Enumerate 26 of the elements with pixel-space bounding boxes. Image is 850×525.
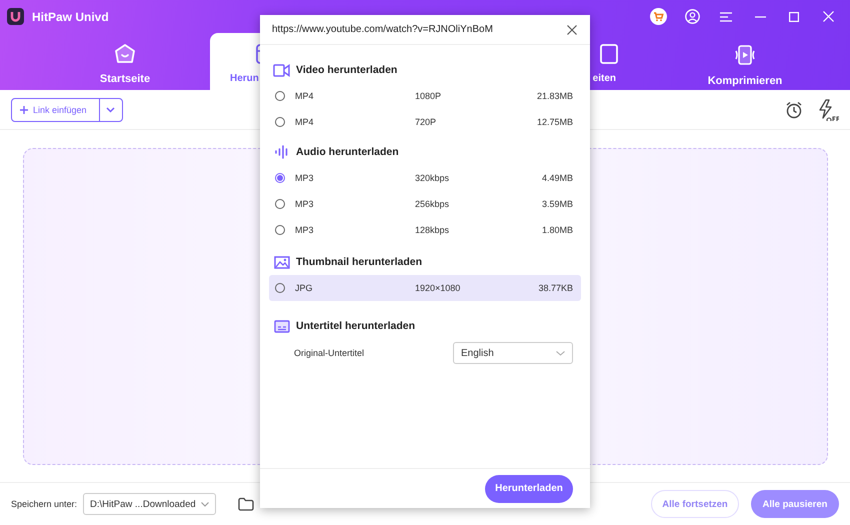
quality-label: 320kbps	[415, 173, 450, 183]
quality-label: 720P	[415, 117, 438, 127]
quality-label: 128kbps	[415, 225, 450, 235]
video-url: https://www.youtube.com/watch?v=RJNOliYnBoM	[272, 24, 493, 35]
quality-label: 256kbps	[415, 199, 450, 209]
file-size: 12.75MB	[536, 117, 573, 127]
subtitle-label: Original-Untertitel	[294, 348, 364, 358]
format-label: MP3	[295, 199, 315, 209]
app-title: HitPaw Univd	[32, 10, 109, 24]
format-label: JPG	[295, 283, 314, 293]
section-title: Video herunterladen	[296, 64, 398, 76]
section-title: Untertitel herunterladen	[296, 320, 416, 332]
file-size: 4.49MB	[542, 173, 573, 183]
format-label: MP4	[295, 91, 315, 101]
file-size: 1.80MB	[542, 225, 573, 235]
file-size: 21.83MB	[536, 91, 573, 101]
section-title: Thumbnail herunterladen	[296, 256, 422, 268]
quality-label: 1080P	[415, 91, 442, 101]
file-size: 3.59MB	[542, 199, 573, 209]
quality-label: 1920×1080	[415, 283, 462, 293]
save-location-label: Speichern unter:	[11, 499, 78, 509]
format-label: MP4	[295, 117, 315, 127]
format-label: MP3	[295, 173, 315, 183]
file-size: 38.77KB	[538, 283, 573, 293]
section-title: Audio herunterladen	[296, 146, 399, 158]
format-label: MP3	[295, 225, 315, 235]
